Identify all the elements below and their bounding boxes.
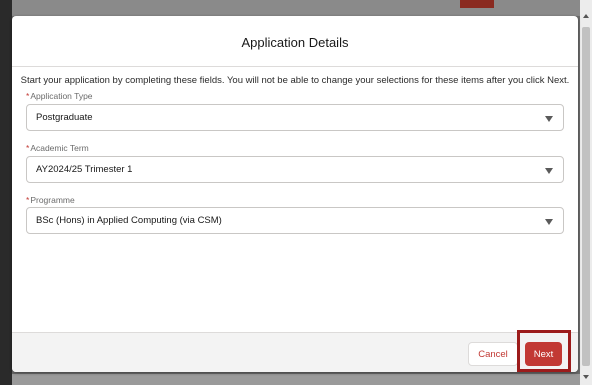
modal-header: Application Details <box>12 16 578 67</box>
required-marker: * <box>26 195 30 205</box>
academic-term-value: AY2024/25 Trimester 1 <box>36 164 133 175</box>
modal-title: Application Details <box>241 34 349 50</box>
arrow-down-icon[interactable] <box>583 375 589 379</box>
application-type-label: *Application Type <box>26 91 93 101</box>
academic-term-label: *Academic Term <box>26 143 89 153</box>
next-button-highlight <box>517 330 571 372</box>
chevron-down-icon <box>545 116 553 122</box>
application-type-label-text: Application Type <box>30 91 93 101</box>
application-type-value: Postgraduate <box>36 112 93 123</box>
background-overlay-bottom <box>12 374 580 385</box>
modal-footer: Cancel Next <box>12 332 578 372</box>
intro-text: Start your application by completing the… <box>20 75 570 86</box>
background-overlay-accent <box>460 0 494 8</box>
background-overlay-top <box>12 0 580 16</box>
arrow-up-icon[interactable] <box>583 14 589 18</box>
programme-label-text: Programme <box>30 195 75 205</box>
programme-select[interactable]: BSc (Hons) in Applied Computing (via CSM… <box>26 207 564 234</box>
required-marker: * <box>26 143 30 153</box>
programme-label: *Programme <box>26 195 75 205</box>
background-overlay-left <box>0 0 12 385</box>
chevron-down-icon <box>545 168 553 174</box>
application-details-modal: Application Details Start your applicati… <box>12 16 578 372</box>
application-type-select[interactable]: Postgraduate <box>26 104 564 131</box>
academic-term-select[interactable]: AY2024/25 Trimester 1 <box>26 156 564 183</box>
cancel-button[interactable]: Cancel <box>468 342 518 366</box>
chevron-down-icon <box>545 219 553 225</box>
scrollbar-thumb[interactable] <box>582 27 590 366</box>
academic-term-label-text: Academic Term <box>30 143 89 153</box>
required-marker: * <box>26 91 30 101</box>
programme-value: BSc (Hons) in Applied Computing (via CSM… <box>36 215 222 226</box>
